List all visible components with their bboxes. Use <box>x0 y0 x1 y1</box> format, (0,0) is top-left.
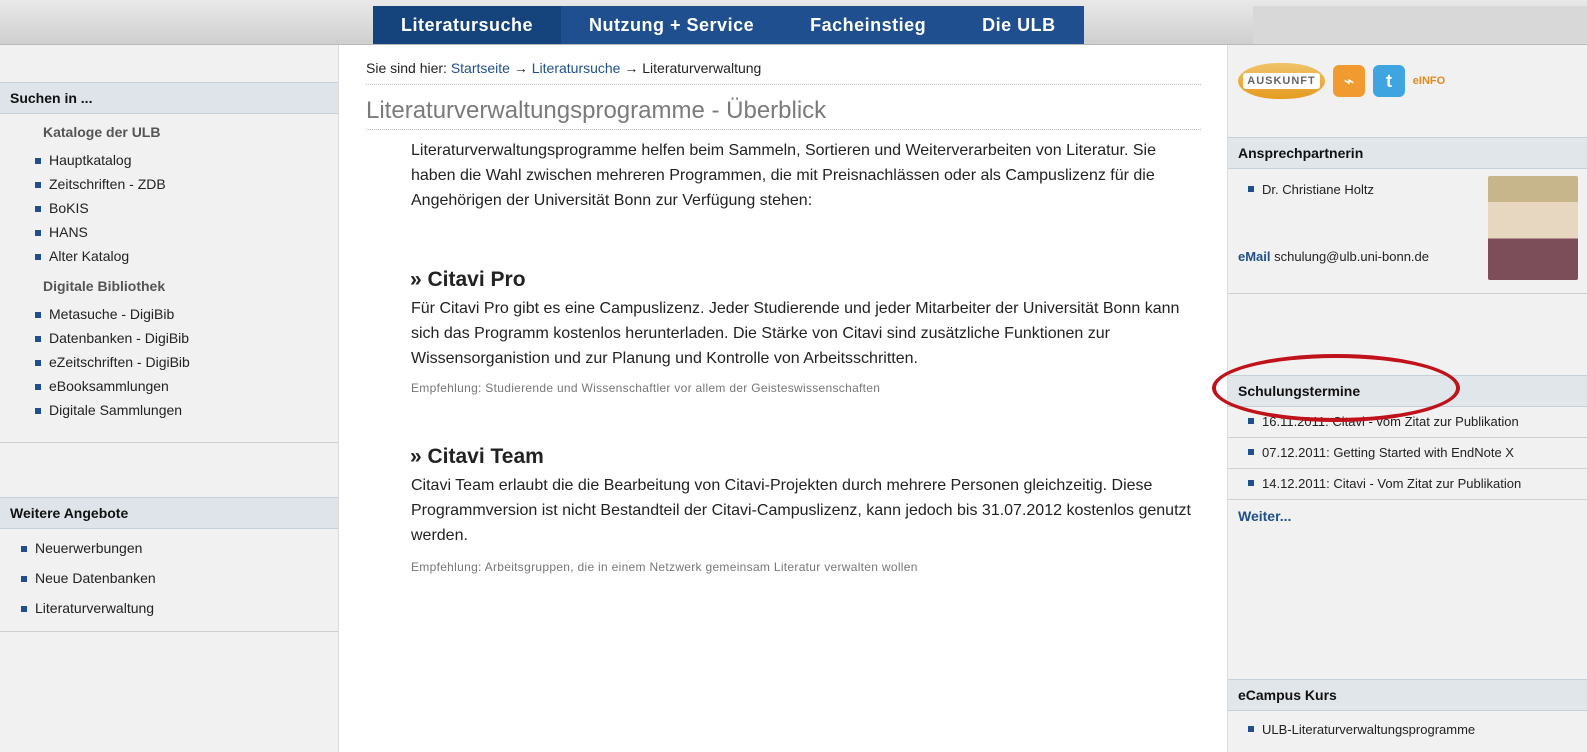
breadcrumb-prefix: Sie sind hier: <box>366 60 451 76</box>
sidebar-item-zeitschriften-zdb[interactable]: Zeitschriften - ZDB <box>0 172 338 196</box>
recommendation-citavi-pro: Empfehlung: Studierende und Wissenschaft… <box>411 381 881 395</box>
sidebar-item-neuerwerbungen[interactable]: Neuerwerbungen <box>0 533 338 563</box>
schulung-item[interactable]: 14.12.2011: Citavi - Vom Zitat zur Publi… <box>1228 469 1587 500</box>
top-nav-bar: Literatursuche Nutzung + Service Fachein… <box>0 0 1587 45</box>
contact-header: Ansprechpartnerin <box>1228 137 1587 169</box>
nav-rest-area <box>1253 6 1587 44</box>
ecampus-item[interactable]: ULB-Literaturverwaltungsprogramme <box>1228 715 1587 745</box>
sidebar-item-hauptkatalog[interactable]: Hauptkatalog <box>0 148 338 172</box>
nav-facheinstieg[interactable]: Facheinstieg <box>782 6 955 44</box>
page-title: Literaturverwaltungsprogramme - Überblic… <box>366 97 1201 130</box>
nav-nutzung-service[interactable]: Nutzung + Service <box>561 6 783 44</box>
sidebar-item-datenbanken[interactable]: Datenbanken - DigiBib <box>0 326 338 350</box>
sidebar-item-neue-datenbanken[interactable]: Neue Datenbanken <box>0 563 338 593</box>
suchen-in-header: Suchen in ... <box>0 82 338 114</box>
einfo-icon[interactable]: eINFO <box>1413 65 1445 97</box>
section-heading-citavi-pro: » Citavi Pro <box>410 268 526 291</box>
email-link[interactable]: schulung@ulb.uni-bonn.de <box>1274 249 1429 264</box>
sidebar-divider-bottom <box>0 631 338 632</box>
breadcrumb-startseite[interactable]: Startseite <box>451 60 510 76</box>
einfo-label: eINFO <box>1412 75 1446 87</box>
highlight-ellipse <box>1212 354 1460 422</box>
breadcrumb-literatursuche[interactable]: Literatursuche <box>532 60 621 76</box>
contact-photo <box>1488 176 1578 280</box>
main-nav: Literatursuche Nutzung + Service Fachein… <box>373 6 1084 44</box>
sidebar-item-hans[interactable]: HANS <box>0 220 338 244</box>
sidebar-item-literaturverwaltung[interactable]: Literaturverwaltung <box>0 593 338 623</box>
main-content: Sie sind hier: Startseite → Literatursuc… <box>366 60 1206 574</box>
left-sidebar: Suchen in ... Kataloge der ULB Hauptkata… <box>0 45 339 752</box>
breadcrumb-arrow: → <box>509 60 532 76</box>
weiter-link[interactable]: Weiter... <box>1228 500 1587 532</box>
contact-divider <box>1228 293 1587 294</box>
email-label: eMail <box>1238 249 1271 264</box>
sidebar-item-alter-katalog[interactable]: Alter Katalog <box>0 244 338 268</box>
service-icons: AUSKUNFT ⌁ t eINFO <box>1238 63 1445 99</box>
auskunft-label: AUSKUNFT <box>1243 73 1320 89</box>
section-text-citavi-pro: Für Citavi Pro gibt es eine Campuslizenz… <box>411 300 1180 367</box>
sidebar-item-digitale-sammlungen[interactable]: Digitale Sammlungen <box>0 398 338 422</box>
twitter-icon[interactable]: t <box>1373 65 1405 97</box>
recommendation-citavi-team: Empfehlung: Arbeitsgruppen, die in einem… <box>411 560 918 574</box>
digitale-bibliothek-heading: Digitale Bibliothek <box>43 278 166 294</box>
ecampus-header: eCampus Kurs <box>1228 679 1587 711</box>
nav-literatursuche[interactable]: Literatursuche <box>373 6 562 44</box>
schulung-item[interactable]: 07.12.2011: Getting Started with EndNote… <box>1228 438 1587 469</box>
breadcrumb-arrow: → <box>620 60 643 76</box>
sidebar-item-bokis[interactable]: BoKIS <box>0 196 338 220</box>
section-text-citavi-team: Citavi Team erlaubt die die Bearbeitung … <box>411 477 1191 544</box>
nav-die-ulb[interactable]: Die ULB <box>954 6 1084 44</box>
sidebar-item-metasuche[interactable]: Metasuche - DigiBib <box>0 302 338 326</box>
auskunft-button[interactable]: AUSKUNFT <box>1238 63 1325 99</box>
breadcrumb-current: Literaturverwaltung <box>642 60 762 76</box>
sidebar-item-ezeitschriften[interactable]: eZeitschriften - DigiBib <box>0 350 338 374</box>
kataloge-heading: Kataloge der ULB <box>43 124 161 140</box>
sidebar-item-ebooksammlungen[interactable]: eBooksammlungen <box>0 374 338 398</box>
breadcrumb: Sie sind hier: Startseite → Literatursuc… <box>366 60 1201 85</box>
rss-icon[interactable]: ⌁ <box>1333 65 1365 97</box>
contact-email: eMail schulung@ulb.uni-bonn.de <box>1228 205 1448 267</box>
weitere-angebote-header: Weitere Angebote <box>0 497 338 529</box>
intro-text: Literaturverwaltungsprogramme helfen bei… <box>411 142 1156 209</box>
section-heading-citavi-team: » Citavi Team <box>410 445 544 468</box>
